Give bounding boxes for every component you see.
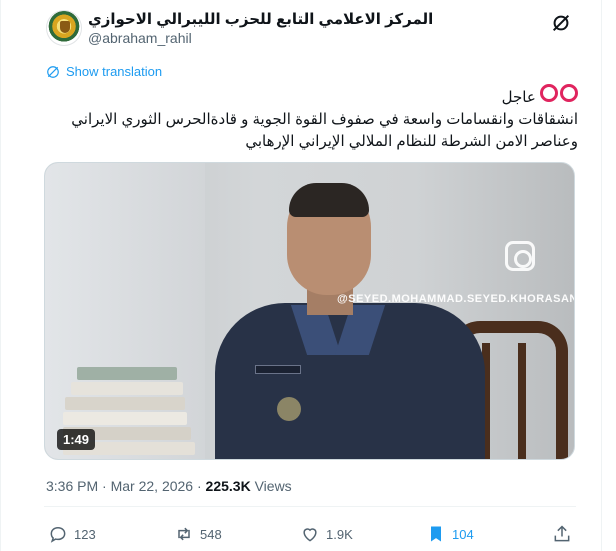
tweet-text: عاجل انشقاقات وانقسامات واسعة في صفوف ال… [40, 84, 578, 153]
video-subject [215, 183, 485, 459]
heart-icon [303, 528, 317, 542]
author-handle[interactable]: @abraham_rahil [88, 30, 192, 46]
bookmark-button[interactable]: 104 [426, 524, 474, 544]
right-border [601, 0, 602, 551]
breaking-rings-icon [540, 84, 578, 102]
divider [44, 506, 576, 507]
reply-button[interactable]: 123 [48, 524, 96, 544]
bookmark-count: 104 [452, 526, 474, 542]
repost-count: 548 [200, 526, 222, 542]
tweet-date[interactable]: Mar 22, 2026 [111, 478, 194, 494]
views-count: 225.3K [205, 478, 251, 494]
show-translation[interactable]: Show translation [46, 64, 162, 79]
left-border [0, 0, 1, 551]
instagram-icon [505, 241, 535, 271]
video-chair-slat [518, 343, 526, 459]
show-translation-label[interactable]: Show translation [66, 64, 162, 79]
grok-icon[interactable] [550, 12, 572, 34]
tweet-time[interactable]: 3:36 PM [46, 478, 98, 494]
avatar-emblem [60, 21, 70, 33]
meta-separator: · [196, 478, 202, 494]
reply-count: 123 [74, 526, 96, 542]
breaking-label: عاجل [501, 89, 536, 106]
repost-icon [178, 527, 190, 541]
tweet-line-1: انشقاقات وانقسامات واسعة في صفوف القوة ا… [71, 111, 578, 128]
video-player[interactable]: @SEYED.MOHAMMAD.SEYED.KHORASANI 1:49 [44, 162, 575, 460]
tweet-meta: 3:36 PM · Mar 22, 2026 · 225.3K Views [46, 478, 292, 494]
share-button[interactable] [552, 524, 572, 544]
bookmark-icon [431, 526, 441, 542]
like-button[interactable]: 1.9K [300, 524, 353, 544]
meta-separator: · [102, 478, 107, 494]
translate-icon [47, 65, 59, 78]
video-watermark: @SEYED.MOHAMMAD.SEYED.KHORASANI [337, 293, 575, 305]
share-icon [554, 525, 570, 542]
like-count: 1.9K [326, 526, 353, 542]
views-label: Views [254, 478, 292, 494]
tweet-line-2: وعناصر الامن الشرطة للنظام الملالي الإير… [245, 133, 578, 150]
author-display-name[interactable]: المركز الاعلامي التابع للحزب الليبرالي ا… [88, 10, 433, 28]
avatar[interactable] [46, 10, 82, 46]
tweet-header: المركز الاعلامي التابع للحزب الليبرالي ا… [40, 8, 580, 52]
action-bar: 123 548 1.9K 104 [48, 524, 578, 546]
video-duration: 1:49 [57, 429, 96, 450]
breaking-line: عاجل [40, 84, 578, 109]
reply-icon [50, 526, 66, 543]
repost-button[interactable]: 548 [174, 524, 222, 544]
